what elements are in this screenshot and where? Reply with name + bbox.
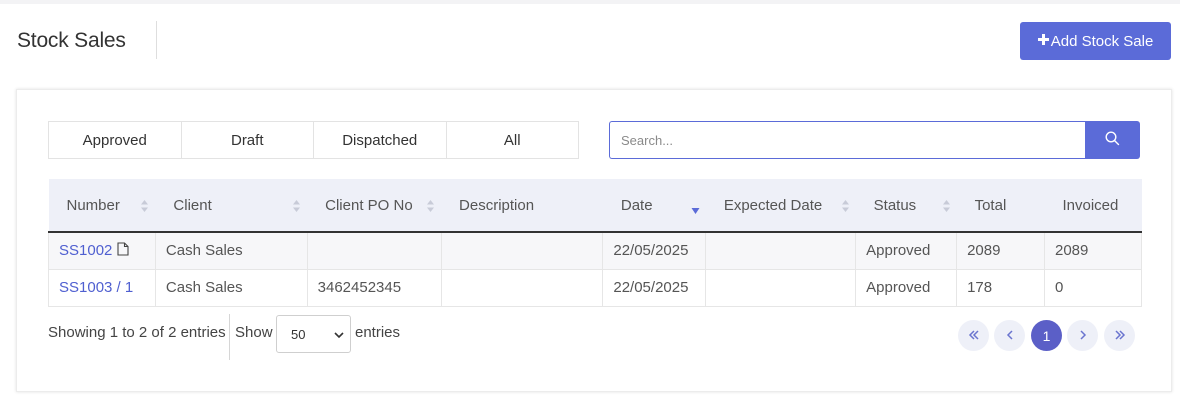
- next-page-icon: [1079, 327, 1087, 345]
- footer-divider: [229, 314, 230, 360]
- entries-info: Showing 1 to 2 of 2 entries: [48, 324, 226, 341]
- cell-date: 22/05/2025: [602, 269, 707, 307]
- filter-tab-dispatched[interactable]: Dispatched: [314, 122, 447, 158]
- table-header-row: Number Client Client PO No Description D…: [48, 179, 1142, 233]
- column-header-date[interactable]: Date: [602, 179, 706, 233]
- chevron-down-icon: [334, 327, 344, 342]
- title-divider: [156, 21, 157, 59]
- cell-status: Approved: [855, 269, 958, 307]
- column-header-number[interactable]: Number: [48, 179, 156, 233]
- sort-desc-icon: [691, 208, 700, 214]
- cell-number: SS1002: [48, 232, 156, 270]
- column-header-invoiced: Invoiced: [1044, 179, 1142, 233]
- search-button[interactable]: [1085, 121, 1140, 159]
- cell-invoiced: 0: [1044, 269, 1142, 307]
- filter-tab-all[interactable]: All: [447, 122, 579, 158]
- prev-page-button[interactable]: [994, 320, 1025, 351]
- document-icon[interactable]: [117, 242, 129, 259]
- cell-total: 2089: [956, 232, 1045, 270]
- sort-icon: [427, 200, 435, 212]
- cell-client-po: [307, 232, 442, 270]
- cell-client-po: 3462452345: [307, 269, 442, 307]
- cell-client: Cash Sales: [155, 269, 308, 307]
- cell-status: Approved: [855, 232, 958, 270]
- page-size-value: 50: [291, 326, 306, 342]
- cell-description: [441, 232, 604, 270]
- sort-icon: [141, 200, 149, 212]
- search-input[interactable]: [609, 121, 1085, 159]
- cell-total: 178: [956, 269, 1045, 307]
- column-header-status[interactable]: Status: [855, 179, 957, 233]
- next-page-button[interactable]: [1067, 320, 1098, 351]
- entries-label: entries: [355, 324, 401, 341]
- sale-number-link[interactable]: SS1002: [59, 242, 112, 259]
- page-title: Stock Sales: [17, 29, 126, 52]
- sort-icon: [293, 200, 301, 212]
- add-stock-sale-button[interactable]: Add Stock Sale: [1020, 22, 1171, 60]
- cell-number: SS1003 / 1: [48, 269, 156, 307]
- last-page-button[interactable]: [1104, 320, 1135, 351]
- sale-number-link[interactable]: SS1003 / 1: [59, 279, 133, 296]
- plus-icon: [1037, 32, 1049, 50]
- column-header-client[interactable]: Client: [155, 179, 308, 233]
- top-bar: [0, 0, 1180, 4]
- prev-page-icon: [1006, 327, 1014, 345]
- cell-expected-date: [705, 232, 857, 270]
- cell-client: Cash Sales: [155, 232, 308, 270]
- table-row: SS1003 / 1 Cash Sales 3462452345 22/05/2…: [48, 269, 1142, 307]
- add-stock-sale-label: Add Stock Sale: [1050, 32, 1154, 50]
- cell-invoiced: 2089: [1044, 232, 1142, 270]
- column-header-description: Description: [441, 179, 603, 233]
- stock-sales-table: Number Client Client PO No Description D…: [48, 179, 1142, 307]
- column-header-total: Total: [956, 179, 1045, 233]
- cell-date: 22/05/2025: [602, 232, 707, 270]
- last-page-icon: [1114, 327, 1126, 345]
- cell-description: [441, 269, 604, 307]
- table-row: SS1002 Cash Sales 22/05/2025 Approved 20…: [48, 232, 1142, 270]
- cell-expected-date: [705, 269, 857, 307]
- filter-tab-draft[interactable]: Draft: [182, 122, 314, 158]
- column-header-expected-date[interactable]: Expected Date: [705, 179, 856, 233]
- filter-tab-approved[interactable]: Approved: [49, 122, 182, 158]
- first-page-button[interactable]: [958, 320, 989, 351]
- search-icon: [1105, 131, 1120, 149]
- first-page-icon: [968, 327, 980, 345]
- status-filter-tabs: Approved Draft Dispatched All: [48, 121, 579, 159]
- search-bar: [609, 121, 1140, 159]
- sort-icon: [942, 200, 950, 212]
- sort-icon: [841, 200, 849, 212]
- page-button-current[interactable]: 1: [1031, 320, 1062, 351]
- column-header-client-po[interactable]: Client PO No: [307, 179, 442, 233]
- page-size-select[interactable]: 50: [276, 315, 351, 353]
- show-label: Show: [235, 324, 273, 341]
